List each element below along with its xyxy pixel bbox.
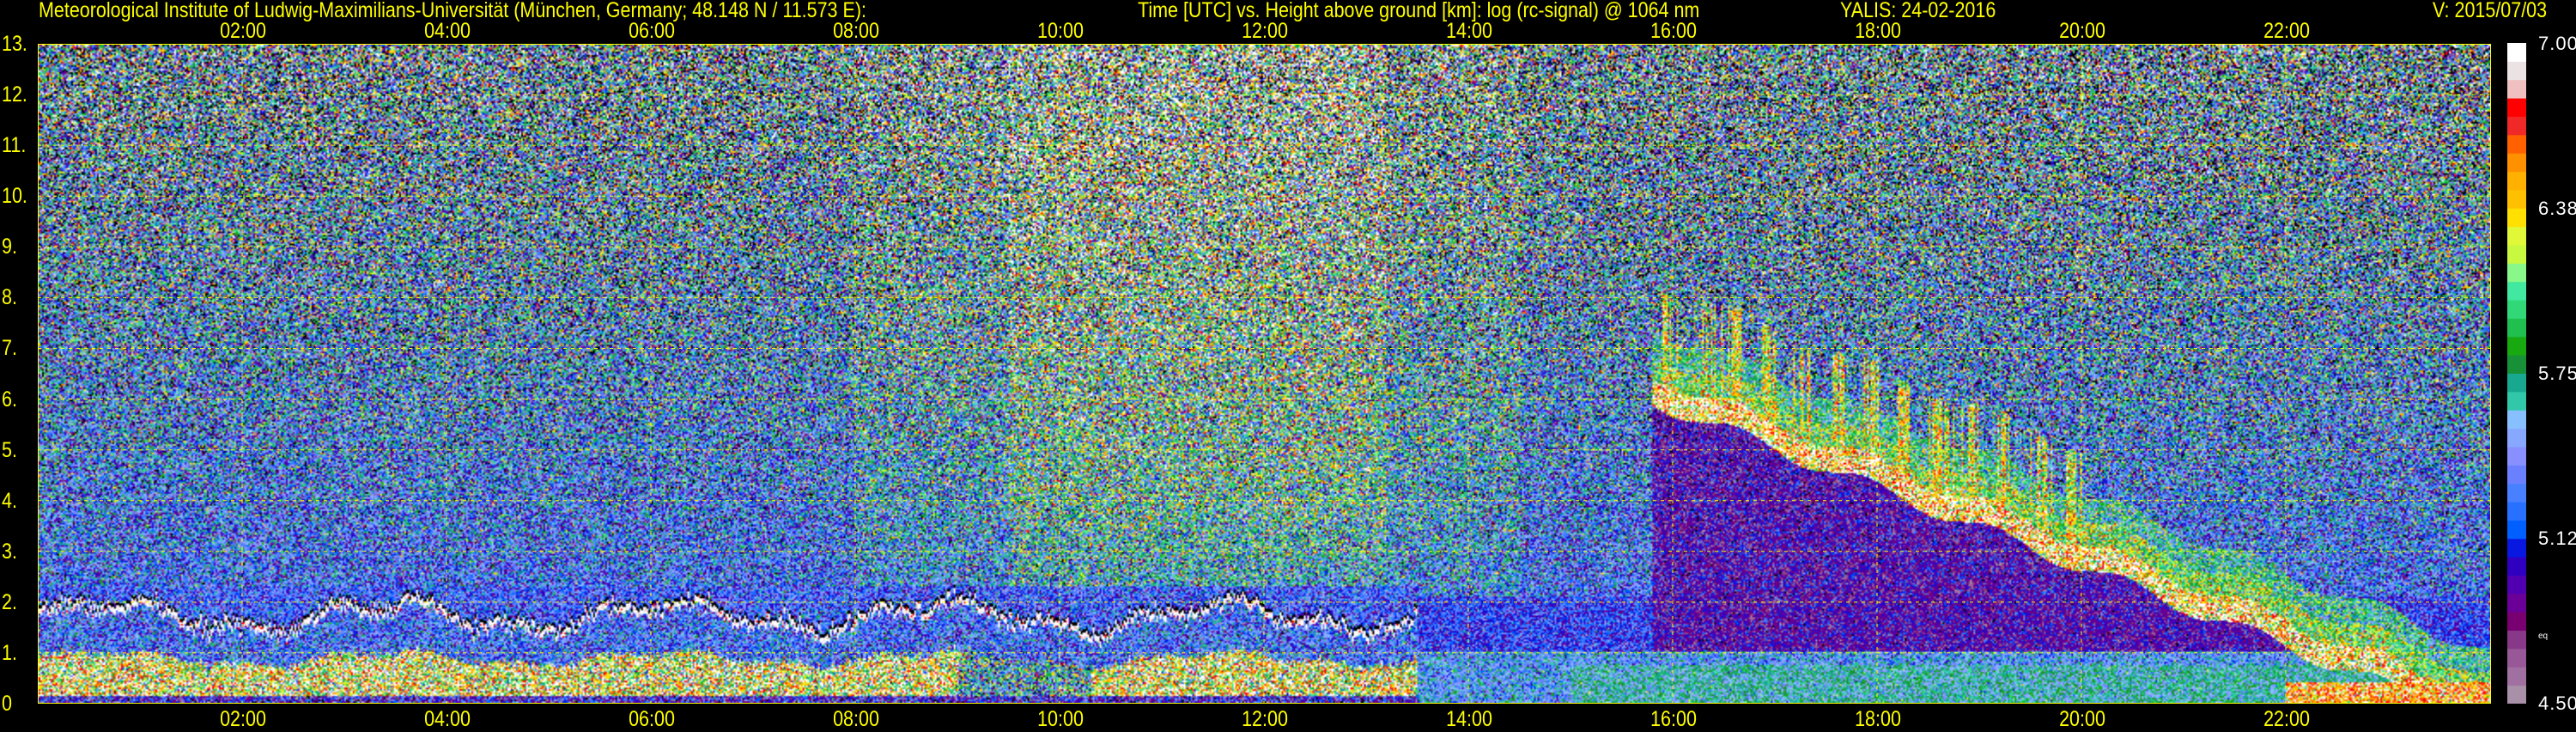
- x-tick-label: 02:00: [220, 19, 266, 43]
- colorbar-label: 5.75: [2538, 363, 2576, 384]
- colorbar-swatch: [2507, 61, 2526, 81]
- version-label: V: 2015/07/03: [2433, 0, 2548, 22]
- x-tick-label: 16:00: [1650, 707, 1697, 731]
- colorbar-swatch: [2507, 171, 2526, 191]
- colorbar-label: 7.00: [2538, 33, 2576, 54]
- colorbar-swatch: [2507, 612, 2526, 631]
- colorbar-swatch: [2507, 134, 2526, 154]
- y-tick-label: 2.: [2, 589, 17, 614]
- x-tick-label: 16:00: [1650, 19, 1697, 43]
- x-tick-label: 08:00: [833, 19, 879, 43]
- colorbar-swatch: [2507, 648, 2526, 668]
- y-tick-label: 12.: [2, 82, 27, 107]
- y-tick-label: 4.: [2, 488, 17, 513]
- colorbar-swatch: [2507, 502, 2526, 521]
- x-tick-label: 06:00: [629, 19, 675, 43]
- x-tick-label: 22:00: [2263, 19, 2310, 43]
- y-tick-label: 11.: [2, 133, 27, 158]
- colorbar-swatch: [2507, 98, 2526, 117]
- colorbar-swatch: [2507, 391, 2526, 411]
- colorbar-swatch: [2507, 153, 2526, 173]
- x-tick-label: 04:00: [424, 707, 471, 731]
- colorbar-label: 5.12: [2538, 528, 2576, 549]
- colorbar-swatch: [2507, 667, 2526, 686]
- x-tick-label: 14:00: [1446, 707, 1492, 731]
- colorbar-swatch: [2507, 281, 2526, 301]
- x-tick-label: 06:00: [629, 707, 675, 731]
- y-tick-label: 3.: [2, 539, 17, 564]
- colorbar-swatch: [2507, 355, 2526, 374]
- colorbar-swatch: [2507, 263, 2526, 283]
- colorbar-swatch: [2507, 557, 2526, 576]
- x-tick-label: 22:00: [2263, 707, 2310, 731]
- colorbar-swatch: [2507, 410, 2526, 430]
- colorbar-swatch: [2507, 428, 2526, 448]
- y-tick-label: 10.: [2, 184, 27, 209]
- x-tick-label: 12:00: [1242, 19, 1288, 43]
- colorbar-swatch: [2507, 538, 2526, 558]
- y-tick-label: 6.: [2, 387, 17, 412]
- colorbar-swatch: [2507, 630, 2526, 650]
- x-tick-label: 10:00: [1037, 19, 1084, 43]
- x-tick-label: 20:00: [2059, 707, 2105, 731]
- x-tick-label: 14:00: [1446, 19, 1492, 43]
- y-tick-label: 8.: [2, 285, 17, 310]
- colorbar-swatch: [2507, 483, 2526, 503]
- x-tick-label: 12:00: [1242, 707, 1288, 731]
- y-tick-label: 0: [2, 692, 12, 716]
- y-tick-label: 13.: [2, 32, 27, 56]
- x-tick-label: 10:00: [1037, 707, 1084, 731]
- colorbar-note: eq: [2538, 631, 2549, 641]
- colorbar: [2507, 43, 2526, 704]
- colorbar-swatch: [2507, 575, 2526, 595]
- colorbar-swatch: [2507, 244, 2526, 264]
- x-tick-label: 04:00: [424, 19, 471, 43]
- colorbar-swatch: [2507, 318, 2526, 338]
- colorbar-swatch: [2507, 373, 2526, 393]
- colorbar-swatch: [2507, 189, 2526, 209]
- colorbar-label: 6.38: [2538, 198, 2576, 219]
- grid-lines: [38, 44, 2490, 704]
- colorbar-swatch: [2507, 446, 2526, 466]
- x-tick-label: 08:00: [833, 707, 879, 731]
- colorbar-swatch: [2507, 43, 2526, 62]
- colorbar-label: 4.50: [2538, 692, 2576, 714]
- colorbar-swatch: [2507, 116, 2526, 136]
- colorbar-swatch: [2507, 520, 2526, 540]
- colorbar-swatch: [2507, 336, 2526, 356]
- y-tick-label: 7.: [2, 336, 17, 361]
- plot-title: Time [UTC] vs. Height above ground [km]:…: [1138, 0, 1700, 22]
- x-tick-label: 02:00: [220, 707, 266, 731]
- colorbar-swatch: [2507, 685, 2526, 704]
- x-tick-label: 18:00: [1855, 707, 1901, 731]
- x-tick-label: 20:00: [2059, 19, 2105, 43]
- colorbar-swatch: [2507, 226, 2526, 246]
- colorbar-swatch: [2507, 593, 2526, 613]
- x-tick-label: 18:00: [1855, 19, 1901, 43]
- colorbar-swatch: [2507, 300, 2526, 319]
- colorbar-swatch: [2507, 465, 2526, 485]
- y-tick-label: 9.: [2, 235, 17, 259]
- colorbar-swatch: [2507, 79, 2526, 99]
- y-tick-label: 1.: [2, 640, 17, 665]
- colorbar-swatch: [2507, 208, 2526, 228]
- y-tick-label: 5.: [2, 437, 17, 462]
